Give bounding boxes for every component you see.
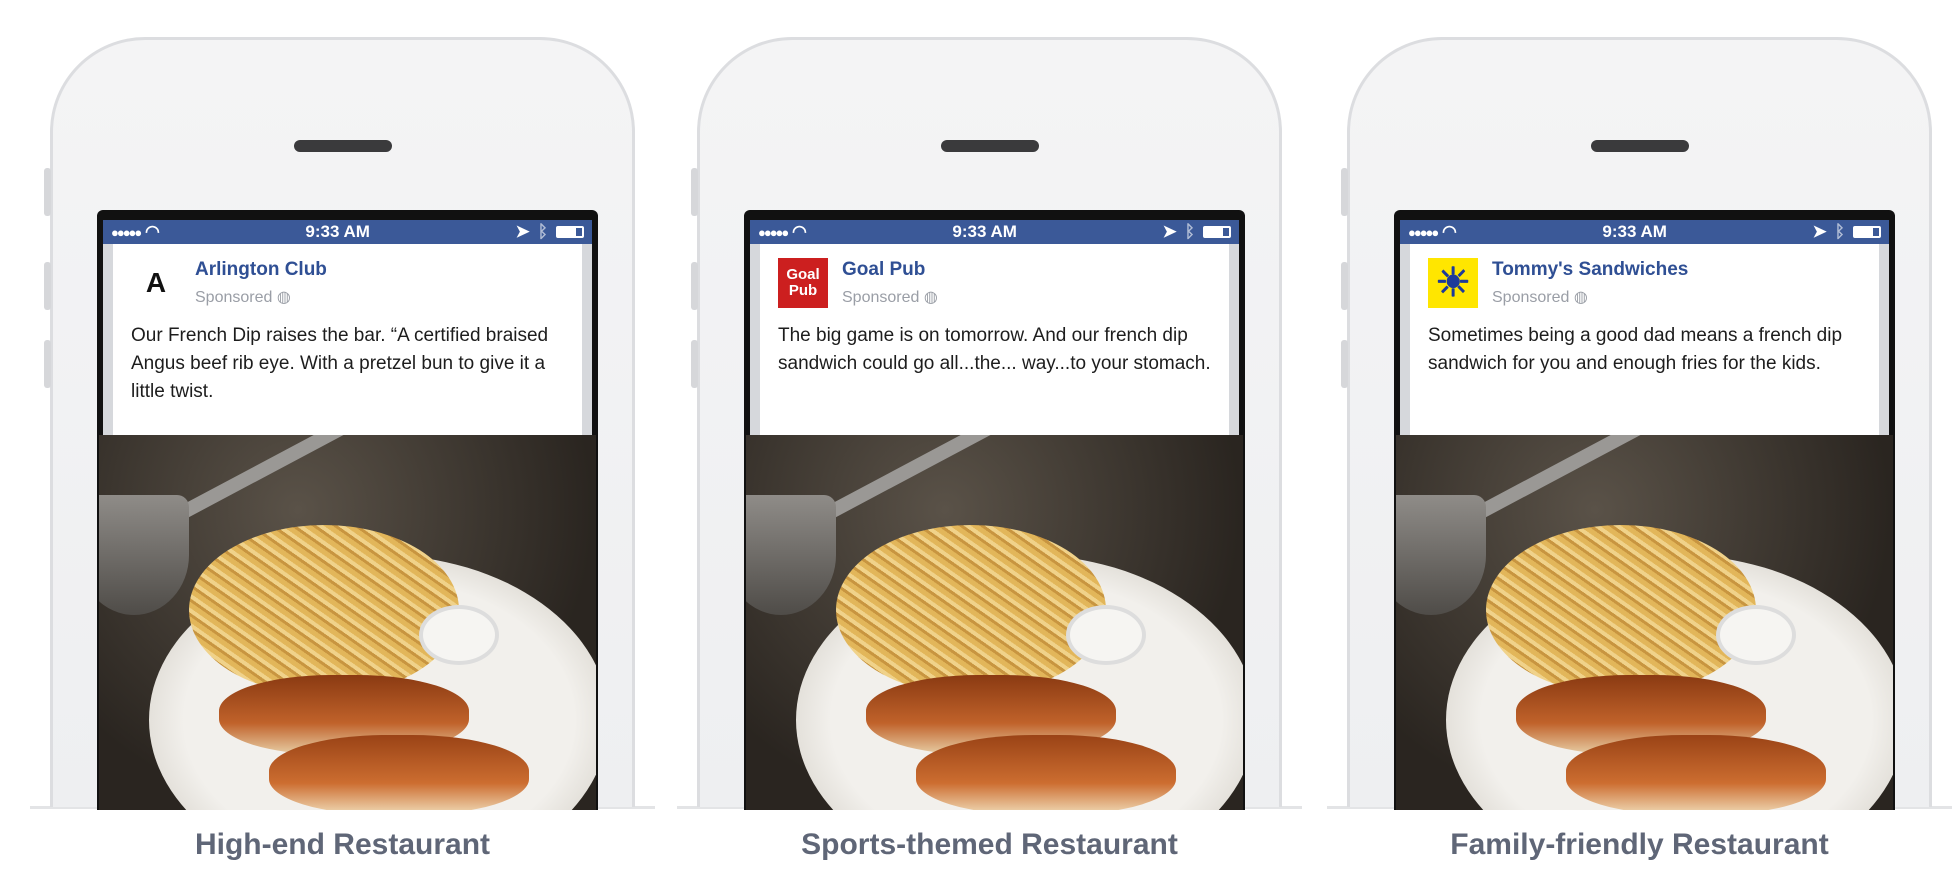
sponsored-label: Sponsored ◍	[195, 289, 291, 306]
french-dip-photo[interactable]	[99, 435, 596, 810]
battery-icon	[555, 226, 584, 238]
status-bar: ●●●●● ◠ 9:33 AM ➤ ᛒ	[750, 220, 1239, 244]
post-message: Our French Dip raises the bar. “A certif…	[131, 325, 549, 402]
location-arrow-icon: ➤	[1162, 222, 1177, 241]
phone-mockup: ●●●●● ◠ 9:33 AM ➤ ᛒ Goal Pub Goal Pub Spo…	[691, 37, 1282, 810]
phone-mockup: ●●●●● ◠ 9:33 AM ➤ ᛒ A Arlington Club Spon…	[44, 37, 635, 810]
phone-screen: ●●●●● ◠ 9:33 AM ➤ ᛒ Goal Pub Goal Pub Spo…	[744, 210, 1245, 810]
sponsored-post: Goal Pub Goal Pub Sponsored ◍ The big ga…	[760, 244, 1229, 435]
status-time: 9:33 AM	[952, 222, 1017, 241]
mute-switch	[1341, 168, 1348, 216]
mute-switch	[44, 168, 51, 216]
volume-down-button	[691, 340, 698, 388]
sponsored-post: ☀ Tommy's Sandwiches Sponsored ◍ Sometim…	[1410, 244, 1879, 435]
page-logo[interactable]: ☀	[1428, 258, 1478, 308]
bluetooth-icon: ᛒ	[1834, 222, 1845, 241]
bluetooth-icon: ᛒ	[537, 222, 548, 241]
sponsored-post: A Arlington Club Sponsored ◍ Our French …	[113, 244, 582, 435]
location-arrow-icon: ➤	[1812, 222, 1827, 241]
signal-icon: ●●●●● ◠	[758, 222, 807, 241]
wifi-icon: ◠	[1442, 222, 1457, 241]
volume-up-button	[691, 262, 698, 310]
status-bar: ●●●●● ◠ 9:33 AM ➤ ᛒ	[103, 220, 592, 244]
wifi-icon: ◠	[792, 222, 807, 241]
ad-caption: High-end Restaurant	[194, 828, 491, 861]
wifi-icon: ◠	[145, 222, 160, 241]
battery-icon	[1202, 226, 1231, 238]
page-name-link[interactable]: Arlington Club	[195, 259, 327, 281]
sponsored-label: Sponsored ◍	[1492, 289, 1588, 306]
phone-screen: ●●●●● ◠ 9:33 AM ➤ ᛒ ☀ Tommy's Sandwiches …	[1394, 210, 1895, 810]
globe-icon: ◍	[1573, 289, 1588, 306]
volume-up-button	[1341, 262, 1348, 310]
news-feed[interactable]: ☀ Tommy's Sandwiches Sponsored ◍ Sometim…	[1396, 244, 1893, 810]
page-name-link[interactable]: Goal Pub	[842, 259, 938, 281]
post-message: The big game is on tomorrow. And our fre…	[778, 325, 1211, 374]
page-logo[interactable]: Goal Pub	[778, 258, 828, 308]
phone-mockup: ●●●●● ◠ 9:33 AM ➤ ᛒ ☀ Tommy's Sandwiches …	[1341, 37, 1932, 810]
location-arrow-icon: ➤	[515, 222, 530, 241]
french-dip-photo[interactable]	[1396, 435, 1893, 810]
volume-down-button	[44, 340, 51, 388]
ad-caption: Family-friendly Restaurant	[1450, 828, 1829, 861]
mute-switch	[691, 168, 698, 216]
speaker	[293, 140, 392, 152]
signal-icon: ●●●●● ◠	[1408, 222, 1457, 241]
speaker	[1590, 140, 1689, 152]
status-bar: ●●●●● ◠ 9:33 AM ➤ ᛒ	[1400, 220, 1889, 244]
signal-icon: ●●●●● ◠	[111, 222, 160, 241]
phone-screen: ●●●●● ◠ 9:33 AM ➤ ᛒ A Arlington Club Spon…	[97, 210, 598, 810]
globe-icon: ◍	[276, 289, 291, 306]
post-message: Sometimes being a good dad means a frenc…	[1428, 325, 1843, 374]
sponsored-label: Sponsored ◍	[842, 289, 938, 306]
status-time: 9:33 AM	[1602, 222, 1667, 241]
status-time: 9:33 AM	[305, 222, 370, 241]
volume-down-button	[1341, 340, 1348, 388]
speaker	[940, 140, 1039, 152]
battery-icon	[1852, 226, 1881, 238]
globe-icon: ◍	[923, 289, 938, 306]
page-logo[interactable]: A	[131, 258, 181, 308]
ad-caption: Sports-themed Restaurant	[801, 828, 1178, 861]
french-dip-photo[interactable]	[746, 435, 1243, 810]
bluetooth-icon: ᛒ	[1184, 222, 1195, 241]
volume-up-button	[44, 262, 51, 310]
news-feed[interactable]: Goal Pub Goal Pub Sponsored ◍ The big ga…	[746, 244, 1243, 810]
news-feed[interactable]: A Arlington Club Sponsored ◍ Our French …	[99, 244, 596, 810]
page-name-link[interactable]: Tommy's Sandwiches	[1492, 259, 1688, 281]
